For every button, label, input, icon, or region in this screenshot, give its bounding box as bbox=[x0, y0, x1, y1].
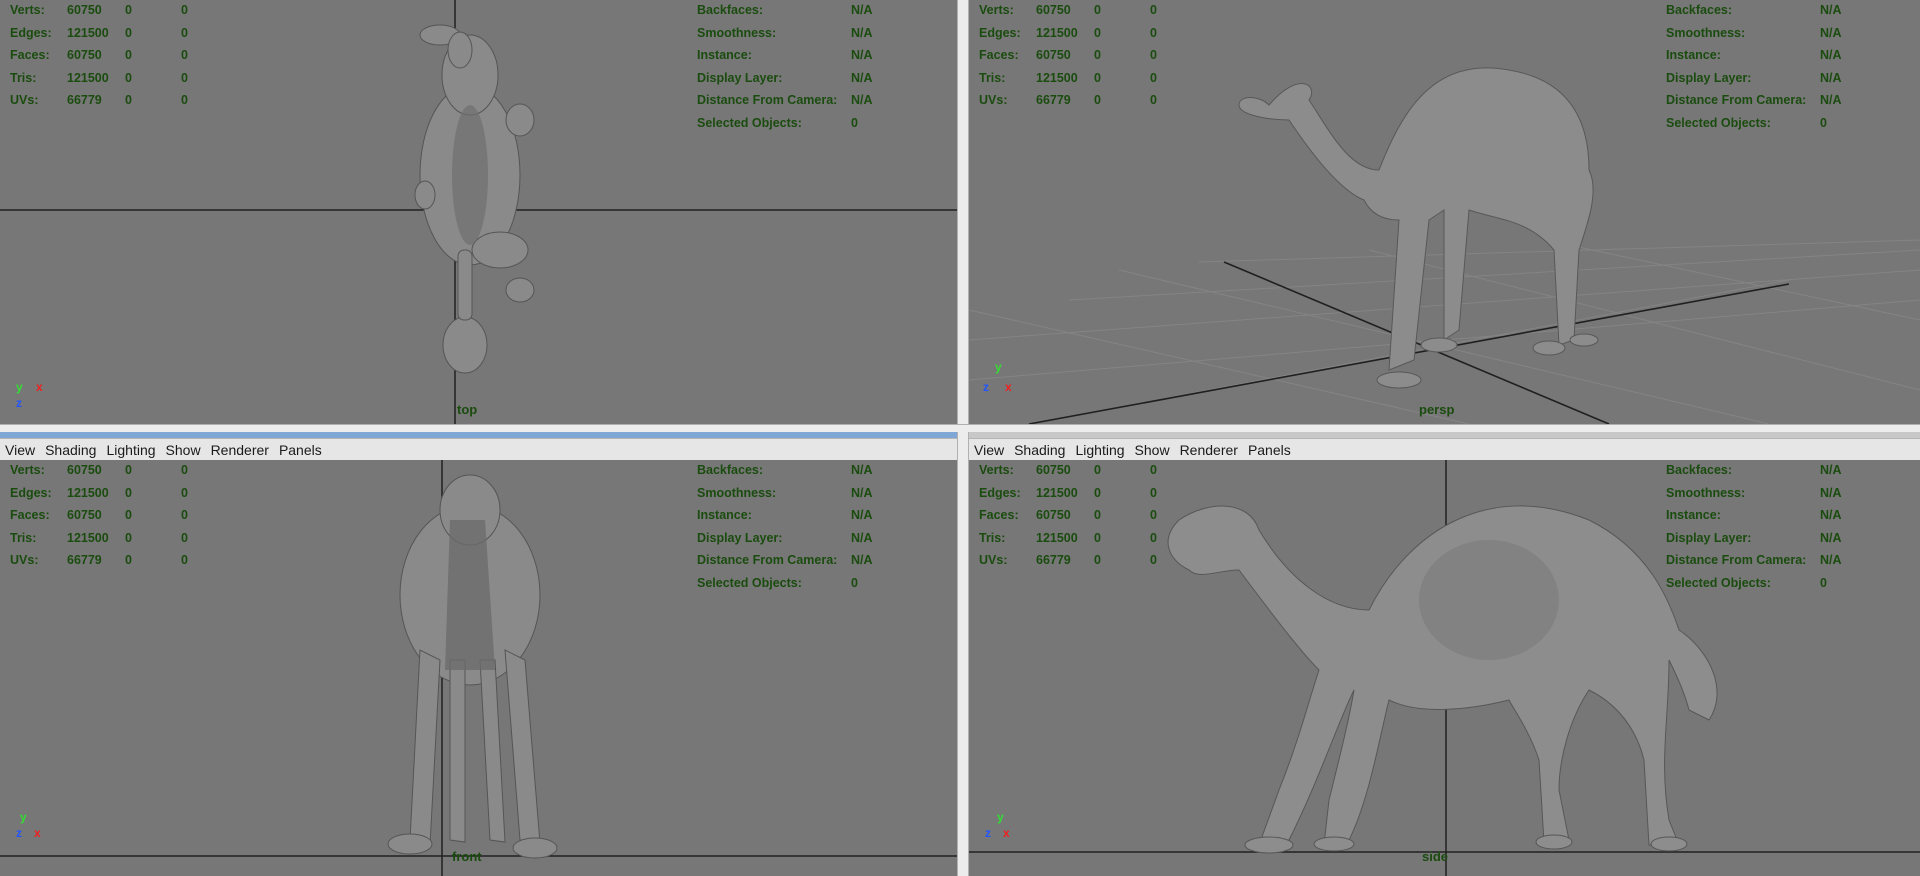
hud-row: Selected Objects: 0 bbox=[697, 115, 858, 130]
hud-row: Tris: 121500 0 0 bbox=[979, 70, 1157, 85]
hud-row: Smoothness: N/A bbox=[1666, 25, 1842, 40]
hud-row: Tris: 121500 0 0 bbox=[10, 70, 188, 85]
hud-object-details: Backfaces: N/A Smoothness: N/A Instance: N/… bbox=[1666, 460, 1860, 595]
hud-row: Display Layer: N/A bbox=[697, 70, 873, 85]
hud-row: Edges: 121500 0 0 bbox=[10, 25, 188, 40]
menu-show[interactable]: Show bbox=[161, 442, 206, 458]
hud-row: UVs: 66779 0 0 bbox=[10, 553, 188, 568]
hud-row: Selected Objects: 0 bbox=[1666, 115, 1827, 130]
hud-row: UVs: 66779 0 0 bbox=[10, 93, 188, 108]
hud-row: Verts: 60750 0 0 bbox=[979, 463, 1157, 477]
hud-poly-count: Verts: 60750 0 0 Edges: 121500 0 0 Faces: 60750… bbox=[979, 460, 1180, 572]
panel-menubar-side: View Shading Lighting Show Renderer Pane… bbox=[969, 438, 1920, 462]
hud-row: Instance: N/A bbox=[697, 508, 873, 523]
hud-row: Smoothness: N/A bbox=[697, 25, 873, 40]
hud-row: Edges: 121500 0 0 bbox=[979, 485, 1157, 500]
camera-label: top bbox=[457, 402, 478, 417]
hud-row: Faces: 60750 0 0 bbox=[10, 508, 188, 523]
hud-row: Backfaces: N/A bbox=[697, 3, 873, 17]
hud-poly-count: Verts: 60750 0 0 Edges: 121500 0 0 Faces: 60750… bbox=[10, 460, 211, 572]
axis-gizmo-icon: y z x bbox=[16, 810, 41, 840]
hud-row: Faces: 60750 0 0 bbox=[979, 48, 1157, 63]
hud-poly-count: Verts: 60750 0 0 Edges: 121500 0 0 Faces: 60750… bbox=[10, 0, 211, 112]
menu-shading[interactable]: Shading bbox=[1009, 442, 1070, 458]
camel-model-persp bbox=[1238, 67, 1599, 389]
hud-row: Verts: 60750 0 0 bbox=[10, 463, 188, 477]
hud-row: Verts: 60750 0 0 bbox=[979, 3, 1157, 17]
hud-row: Distance From Camera: N/A bbox=[697, 93, 873, 108]
hud-row: Edges: 121500 0 0 bbox=[10, 485, 188, 500]
hud-row: Selected Objects: 0 bbox=[697, 575, 858, 590]
viewport-top[interactable]: Verts: 60750 0 0 Edges: 121500 0 0 Faces: 60750… bbox=[0, 0, 957, 424]
hud-row: Tris: 121500 0 0 bbox=[979, 530, 1157, 545]
hud-row: Distance From Camera: N/A bbox=[697, 553, 873, 568]
viewport-divider-vertical[interactable] bbox=[957, 0, 969, 876]
menu-view[interactable]: View bbox=[969, 442, 1009, 458]
axis-gizmo-icon: y z x bbox=[983, 360, 1012, 394]
menu-shading[interactable]: Shading bbox=[40, 442, 101, 458]
viewport-side[interactable]: Verts: 60750 0 0 Edges: 121500 0 0 Faces: 60750… bbox=[969, 460, 1920, 876]
hud-object-details: Backfaces: N/A Smoothness: N/A Instance: N/… bbox=[1666, 0, 1860, 135]
menu-panels[interactable]: Panels bbox=[274, 442, 327, 458]
menu-view[interactable]: View bbox=[0, 442, 40, 458]
hud-row: Faces: 60750 0 0 bbox=[10, 48, 188, 63]
menu-lighting[interactable]: Lighting bbox=[101, 442, 160, 458]
hud-row: Instance: N/A bbox=[1666, 508, 1842, 523]
axis-gizmo-icon: y x z bbox=[16, 380, 43, 410]
hud-row: Selected Objects: 0 bbox=[1666, 575, 1827, 590]
hud-row: Instance: N/A bbox=[697, 48, 873, 63]
menu-panels[interactable]: Panels bbox=[1243, 442, 1296, 458]
menu-renderer[interactable]: Renderer bbox=[206, 442, 274, 458]
menu-renderer[interactable]: Renderer bbox=[1175, 442, 1243, 458]
hud-row: Display Layer: N/A bbox=[697, 530, 873, 545]
viewport-divider-horizontal[interactable] bbox=[0, 424, 1920, 432]
hud-row: Verts: 60750 0 0 bbox=[10, 3, 188, 17]
panel-menubar-front: View Shading Lighting Show Renderer Pane… bbox=[0, 438, 957, 462]
hud-row: Smoothness: N/A bbox=[697, 485, 873, 500]
hud-row: Instance: N/A bbox=[1666, 48, 1842, 63]
hud-row: Distance From Camera: N/A bbox=[1666, 93, 1842, 108]
hud-object-details: Backfaces: N/A Smoothness: N/A Instance: N/… bbox=[697, 0, 891, 135]
hud-row: Backfaces: N/A bbox=[697, 463, 873, 477]
hud-row: Faces: 60750 0 0 bbox=[979, 508, 1157, 523]
camera-label: front bbox=[452, 849, 482, 864]
hud-row: UVs: 66779 0 0 bbox=[979, 553, 1157, 568]
hud-row: UVs: 66779 0 0 bbox=[979, 93, 1157, 108]
hud-row: Distance From Camera: N/A bbox=[1666, 553, 1842, 568]
hud-row: Display Layer: N/A bbox=[1666, 70, 1842, 85]
viewport-persp[interactable]: Verts: 60750 0 0 Edges: 121500 0 0 Faces: 60750… bbox=[969, 0, 1920, 424]
hud-row: Display Layer: N/A bbox=[1666, 530, 1842, 545]
camera-label: side bbox=[1422, 849, 1449, 864]
viewport-front[interactable]: Verts: 60750 0 0 Edges: 121500 0 0 Faces: 60750… bbox=[0, 460, 957, 876]
hud-row: Backfaces: N/A bbox=[1666, 463, 1842, 477]
hud-row: Tris: 121500 0 0 bbox=[10, 530, 188, 545]
hud-row: Backfaces: N/A bbox=[1666, 3, 1842, 17]
axis-gizmo-icon: y z x bbox=[985, 810, 1010, 840]
hud-poly-count: Verts: 60750 0 0 Edges: 121500 0 0 Faces: 60750… bbox=[979, 0, 1180, 112]
camera-label: persp bbox=[1419, 402, 1455, 417]
menu-show[interactable]: Show bbox=[1130, 442, 1175, 458]
menu-lighting[interactable]: Lighting bbox=[1070, 442, 1129, 458]
hud-object-details: Backfaces: N/A Smoothness: N/A Instance: N/… bbox=[697, 460, 891, 595]
hud-row: Edges: 121500 0 0 bbox=[979, 25, 1157, 40]
hud-row: Smoothness: N/A bbox=[1666, 485, 1842, 500]
